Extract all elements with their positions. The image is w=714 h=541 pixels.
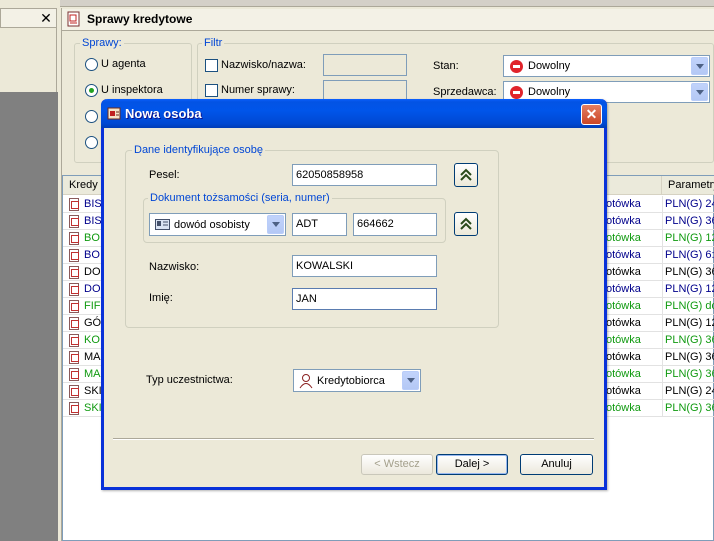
row-params: PLN(G) 36: [662, 366, 714, 383]
numer-sprawy-label: Numer sprawy:: [221, 84, 295, 96]
left-panel-empty-area: [0, 92, 58, 541]
radio-u-inspektora[interactable]: [85, 84, 98, 97]
document-icon: [69, 215, 79, 228]
left-panel-close-icon[interactable]: ✕: [38, 9, 54, 27]
stop-icon: [510, 86, 523, 99]
row-params: PLN(G) 12: [662, 315, 714, 332]
chevron-down-icon[interactable]: [402, 371, 419, 390]
row-type: otówka: [606, 317, 641, 329]
imie-input[interactable]: JAN: [292, 288, 437, 310]
radio-option-4[interactable]: [85, 136, 98, 149]
document-icon: [69, 317, 79, 330]
row-params: PLN(G) 24: [662, 196, 714, 213]
document-number-input[interactable]: 664662: [353, 213, 437, 236]
sprzedawca-label: Sprzedawca:: [433, 86, 497, 98]
document-icon: [69, 249, 79, 262]
id-card-icon: [155, 219, 170, 233]
sprawy-group-label: Sprawy:: [80, 37, 124, 49]
row-type: otówka: [606, 232, 641, 244]
row-type: otówka: [606, 402, 641, 414]
row-params: PLN(G) 6:1: [662, 247, 714, 264]
row-params: PLN(G) 36: [662, 349, 714, 366]
top-tab-strip: [0, 0, 714, 7]
main-title: Sprawy kredytowe: [87, 12, 193, 26]
filtr-group-label: Filtr: [202, 37, 225, 49]
row-type: otówka: [606, 198, 641, 210]
nazwisko-label: Nazwisko:: [149, 261, 200, 273]
dialog-separator: [113, 438, 594, 440]
person-icon: [298, 373, 314, 392]
document-type-value: dowód osobisty: [174, 219, 250, 231]
row-type: otówka: [606, 300, 641, 312]
typ-uczestnictwa-value: Kredytobiorca: [317, 375, 385, 387]
back-button[interactable]: < Wstecz: [361, 454, 433, 475]
pesel-label: Pesel:: [149, 169, 180, 181]
column-header-parametry[interactable]: Parametry: [661, 176, 714, 195]
row-params: PLN(G) 36: [662, 213, 714, 230]
document-type-select[interactable]: dowód osobisty: [149, 213, 286, 236]
dialog-close-button[interactable]: ✕: [581, 104, 602, 125]
row-type: otówka: [606, 215, 641, 227]
row-type: otówka: [606, 334, 641, 346]
nazwisko-filter-label: Nazwisko/nazwa:: [221, 59, 306, 71]
stan-value: Dowolny: [528, 60, 571, 72]
row-type: otówka: [606, 283, 641, 295]
document-icon: [69, 385, 79, 398]
document-group-label: Dokument tożsamości (seria, numer): [148, 192, 332, 204]
document-icon: [69, 300, 79, 313]
next-button[interactable]: Dalej >: [436, 454, 508, 475]
row-params: PLN(G) 24: [662, 383, 714, 400]
document-icon: [69, 283, 79, 296]
chevron-down-icon[interactable]: [691, 83, 708, 101]
dialog-title: Nowa osoba: [125, 106, 202, 121]
identity-group-label: Dane identyfikujące osobę: [132, 144, 266, 156]
document-icon: [69, 351, 79, 364]
row-type: otówka: [606, 266, 641, 278]
radio-u-agenta-label: U agenta: [101, 58, 146, 70]
numer-sprawy-input[interactable]: [323, 80, 407, 100]
typ-uczestnictwa-label: Typ uczestnictwa:: [146, 374, 233, 386]
row-params: PLN(G) 36: [662, 400, 714, 417]
radio-option-3[interactable]: [85, 110, 98, 123]
document-icon: [69, 368, 79, 381]
row-params: PLN(G) 12: [662, 230, 714, 247]
document-series-input[interactable]: ADT: [292, 213, 347, 236]
stan-select[interactable]: Dowolny: [503, 55, 710, 77]
row-params: PLN(G) 36: [662, 264, 714, 281]
numer-sprawy-checkbox[interactable]: [205, 84, 218, 97]
row-params: PLN(G) 36: [662, 332, 714, 349]
row-params: PLN(G) 12: [662, 281, 714, 298]
document-expand-button[interactable]: [454, 212, 478, 236]
stan-label: Stan:: [433, 60, 459, 72]
stop-icon: [510, 60, 523, 73]
double-chevron-up-icon: [460, 217, 472, 230]
imie-label: Imię:: [149, 292, 173, 304]
person-card-icon: [107, 106, 122, 121]
row-type: otówka: [606, 351, 641, 363]
document-icon: [69, 402, 79, 415]
row-type: otówka: [606, 385, 641, 397]
left-panel-toolbar: [0, 28, 57, 92]
sprzedawca-value: Dowolny: [528, 86, 571, 98]
chevron-down-icon[interactable]: [267, 215, 284, 234]
nazwisko-input[interactable]: KOWALSKI: [292, 255, 437, 277]
typ-uczestnictwa-select[interactable]: Kredytobiorca: [293, 369, 421, 392]
pesel-expand-button[interactable]: [454, 163, 478, 187]
nazwisko-filter-checkbox[interactable]: [205, 59, 218, 72]
radio-u-inspektora-label: U inspektora: [101, 84, 163, 96]
row-type: otówka: [606, 249, 641, 261]
pesel-input[interactable]: 62050858958: [292, 164, 437, 186]
document-icon: [69, 334, 79, 347]
nazwisko-filter-input[interactable]: [323, 54, 407, 76]
document-icon: [69, 198, 79, 211]
chevron-down-icon[interactable]: [691, 57, 708, 75]
row-type: otówka: [606, 368, 641, 380]
row-params: PLN(G) do: [662, 298, 714, 315]
document-icon: [69, 266, 79, 279]
document-icon: [69, 232, 79, 245]
document-icon: [66, 11, 82, 27]
radio-u-agenta[interactable]: [85, 58, 98, 71]
cancel-button[interactable]: Anuluj: [520, 454, 593, 475]
double-chevron-up-icon: [460, 168, 472, 181]
